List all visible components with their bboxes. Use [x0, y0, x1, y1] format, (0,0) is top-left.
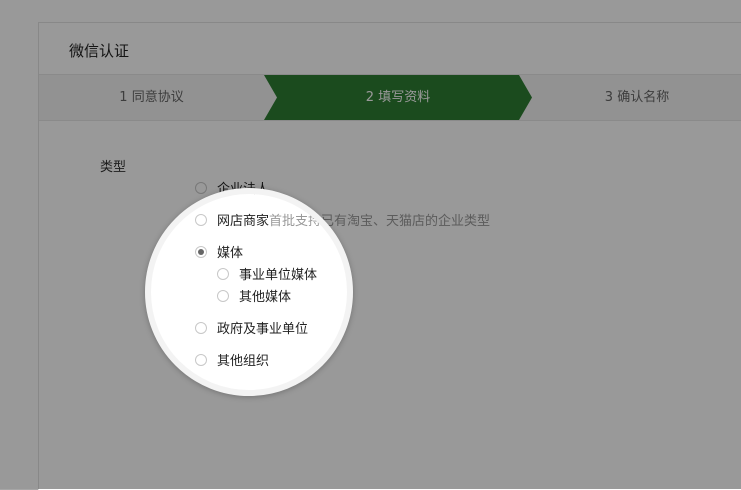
option-other-organization[interactable]: 其他组织: [195, 350, 269, 369]
step-indicator: 1 同意协议 2 填写资料 3 确认名称: [39, 74, 741, 121]
wechat-certification-panel: 微信认证 1 同意协议 2 填写资料 3 确认名称: [38, 22, 741, 490]
radio-icon[interactable]: [195, 353, 207, 366]
option-other-media[interactable]: 其他媒体: [217, 286, 291, 305]
option-online-store[interactable]: 网店商家 首批支持已有淘宝、天猫店的企业类型: [195, 210, 490, 229]
radio-icon[interactable]: [217, 267, 229, 280]
radio-checked-icon[interactable]: [195, 245, 207, 258]
radio-icon[interactable]: [195, 213, 207, 226]
option-public-institution-media[interactable]: 事业单位媒体: [217, 264, 317, 283]
option-label: 其他组织: [217, 354, 270, 369]
option-hint: 首批支持已有淘宝、天猫店的企业类型: [269, 214, 491, 229]
step-agree-protocol: 1 同意协议: [119, 90, 184, 105]
radio-icon[interactable]: [217, 289, 229, 302]
option-label: 网店商家: [217, 214, 270, 229]
step-fill-info: 2 填写资料: [365, 90, 431, 105]
type-label: 类型: [100, 160, 127, 175]
option-label: 事业单位媒体: [239, 268, 318, 283]
option-label: 其他媒体: [239, 290, 292, 305]
option-government-and-public-institution[interactable]: 政府及事业单位: [195, 318, 308, 337]
step-confirm-name: 3 确认名称: [604, 90, 670, 105]
option-enterprise-legal-person[interactable]: 企业法人: [195, 178, 269, 197]
radio-icon[interactable]: [195, 321, 207, 334]
option-label: 企业法人: [217, 182, 270, 197]
option-label: 媒体: [217, 246, 244, 261]
radio-icon[interactable]: [195, 181, 207, 194]
panel-title: 微信认证: [69, 42, 130, 60]
option-label: 政府及事业单位: [217, 322, 309, 337]
option-media[interactable]: 媒体: [195, 242, 243, 261]
